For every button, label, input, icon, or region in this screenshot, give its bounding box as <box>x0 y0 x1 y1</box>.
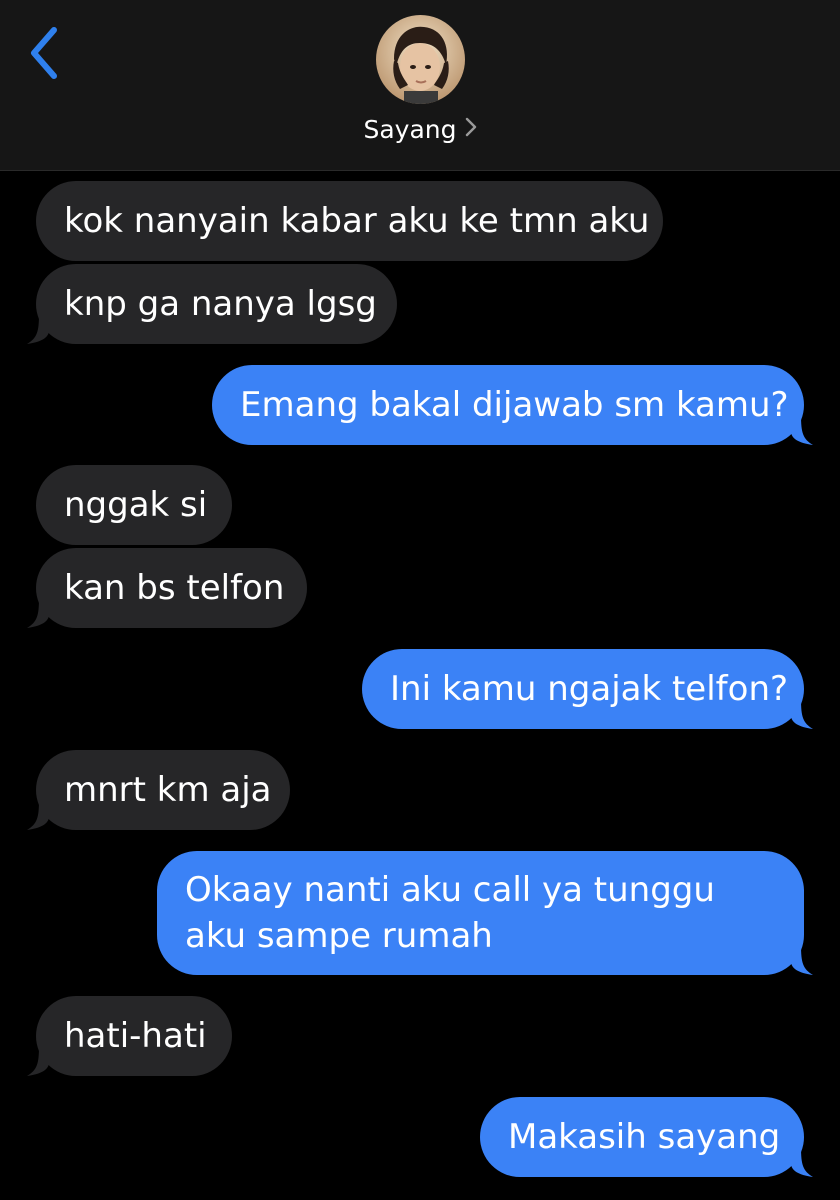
message-text: Makasih sayang <box>508 1117 781 1157</box>
bubble-tail <box>791 415 813 445</box>
back-button[interactable] <box>22 18 72 88</box>
bubble-tail <box>27 800 49 830</box>
avatar-photo <box>376 15 465 104</box>
contact-avatar[interactable] <box>376 15 465 104</box>
message-bubble-incoming[interactable]: nggak si <box>36 465 232 545</box>
message-text: nggak si <box>64 485 208 525</box>
bubble-tail <box>791 699 813 729</box>
message-text: hati-hati <box>64 1016 207 1056</box>
bubble-tail <box>791 945 813 975</box>
message-bubble-outgoing[interactable]: Ini kamu ngajak telfon? <box>362 649 813 729</box>
bubble-tail <box>27 314 49 344</box>
message-bubble-outgoing[interactable]: Makasih sayang <box>480 1097 813 1177</box>
message-bubble-incoming[interactable]: kok nanyain kabar aku ke tmn aku <box>36 181 663 261</box>
bubble-tail <box>27 598 49 628</box>
bubble-tail <box>27 1046 49 1076</box>
contact-name: Sayang <box>363 115 457 144</box>
message-text: kan bs telfon <box>64 568 285 608</box>
message-bubble-incoming[interactable]: knp ga nanya lgsg <box>27 264 397 344</box>
message-text: mnrt km aja <box>64 770 272 810</box>
chevron-left-icon <box>31 27 57 79</box>
message-bubble-incoming[interactable]: hati-hati <box>27 996 232 1076</box>
conversation-header: Sayang <box>0 0 840 171</box>
message-bubble-outgoing[interactable]: Okaay nanti aku call ya tunggu aku sampe… <box>157 851 813 975</box>
bubble-tail <box>791 1147 813 1177</box>
contact-name-button[interactable]: Sayang <box>0 112 840 149</box>
message-bubble-outgoing[interactable]: Emang bakal dijawab sm kamu? <box>212 365 813 445</box>
message-bubble-incoming[interactable]: mnrt km aja <box>27 750 290 830</box>
message-text: knp ga nanya lgsg <box>64 284 377 324</box>
chevron-right-icon <box>465 111 477 147</box>
message-text: Ini kamu ngajak telfon? <box>390 669 789 709</box>
message-text: Emang bakal dijawab sm kamu? <box>240 385 789 425</box>
message-text: Okaay nanti aku call ya tunggu aku sampe… <box>185 870 715 956</box>
message-text: kok nanyain kabar aku ke tmn aku <box>64 201 650 241</box>
message-bubble-incoming[interactable]: kan bs telfon <box>27 548 307 628</box>
